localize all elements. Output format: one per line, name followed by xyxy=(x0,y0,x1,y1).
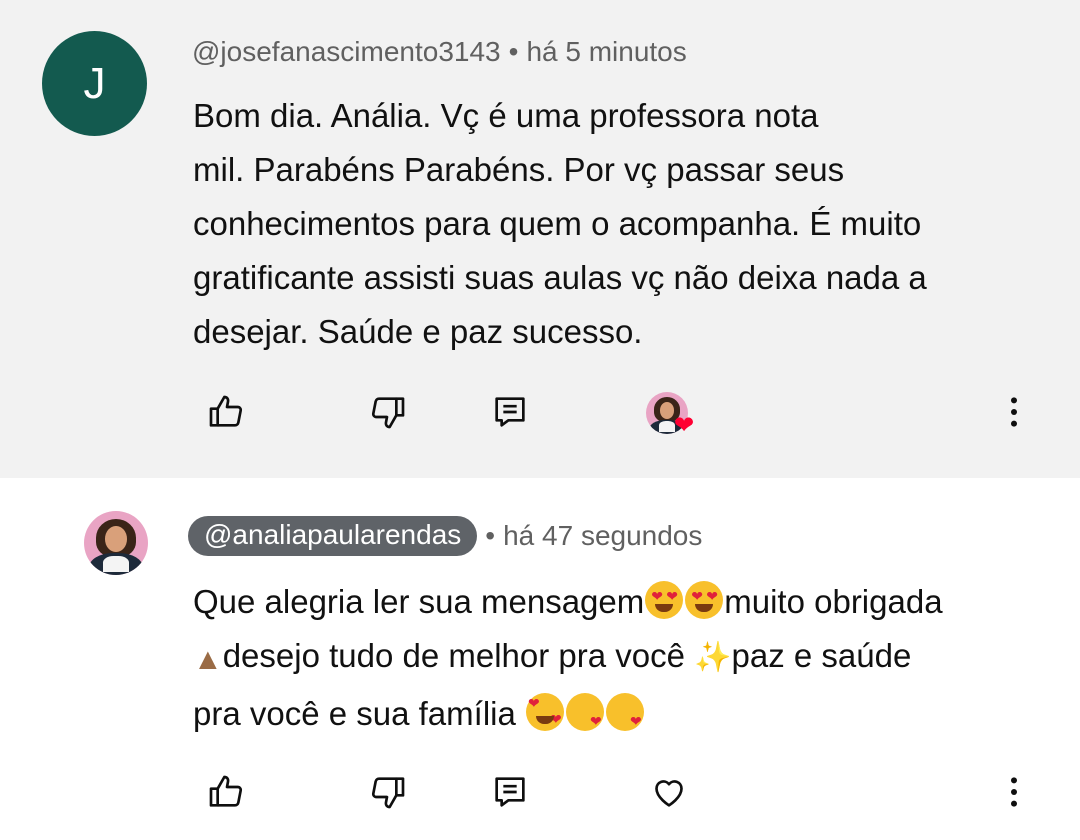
comment-line: pra você e sua família ❤ ❤ ❤ ❤ xyxy=(193,687,1053,741)
reply-button[interactable] xyxy=(482,384,538,440)
comment-line: ▲desejo tudo de melhor pra você ✨paz e s… xyxy=(193,629,1053,687)
folded-hands-emoji-icon: ▲ xyxy=(193,643,223,676)
avatar[interactable]: J xyxy=(42,31,147,136)
blowing-kiss-emoji-icon: ❤ xyxy=(606,693,644,731)
comment-line: Que alegria ler sua mensagem ❤ ❤ ❤ ❤ muito ob… xyxy=(193,575,1053,629)
thumbs-down-icon xyxy=(371,777,405,809)
smiling-hearts-emoji-icon: ❤ ❤ xyxy=(526,693,564,731)
comment-line: Bom dia. Anália. Vç é uma professora not… xyxy=(193,97,819,134)
text-segment: pra você e sua família xyxy=(193,695,525,732)
like-button[interactable] xyxy=(198,384,254,440)
text-segment: desejo tudo de melhor pra você xyxy=(222,637,695,674)
reply-icon xyxy=(495,777,525,807)
more-vert-icon xyxy=(1011,397,1017,427)
comment-header: @josefanascimento3143 • há 5 minutos xyxy=(192,36,687,68)
dislike-button[interactable] xyxy=(360,764,416,820)
sparkles-emoji-icon: ✨ xyxy=(694,641,732,674)
comment-actions xyxy=(0,764,1080,824)
blowing-kiss-emoji-icon: ❤ xyxy=(566,693,604,731)
heart-button[interactable] xyxy=(641,764,697,820)
heart-icon: ❤ xyxy=(674,412,695,439)
dislike-button[interactable] xyxy=(360,384,416,440)
comment-text: Que alegria ler sua mensagem ❤ ❤ ❤ ❤ muito ob… xyxy=(193,575,1053,741)
avatar[interactable] xyxy=(84,511,148,575)
comment-line: desejar. Saúde e paz sucesso. xyxy=(193,313,643,350)
text-segment: paz e saúde xyxy=(731,637,912,674)
thumbs-down-icon xyxy=(371,397,405,429)
heart-outline-icon xyxy=(655,780,683,807)
heart-eyes-emoji-icon: ❤ ❤ xyxy=(685,581,724,619)
more-options-button[interactable] xyxy=(986,384,1042,440)
separator: • xyxy=(508,36,519,67)
like-button[interactable] xyxy=(198,764,254,820)
comment-line: gratificante assisti suas aulas vç não d… xyxy=(193,259,927,296)
author-handle[interactable]: @analiapaularendas xyxy=(188,516,478,556)
comment-line: conhecimentos para quem o acompanha. É m… xyxy=(193,205,922,242)
heart-eyes-emoji-icon: ❤ ❤ xyxy=(645,581,684,619)
text-segment: muito obrigada xyxy=(724,583,943,620)
more-options-button[interactable] xyxy=(986,764,1042,820)
comment-header: @analiapaularendas • há 47 segundos xyxy=(188,516,702,556)
reply-comment: @analiapaularendas • há 47 segundos Que al… xyxy=(0,478,1080,840)
timestamp: há 5 minutos xyxy=(526,36,687,67)
comment-actions: ❤ xyxy=(0,384,1080,444)
more-vert-icon xyxy=(1011,777,1017,807)
text-segment: Que alegria ler sua mensagem xyxy=(193,583,645,620)
timestamp: há 47 segundos xyxy=(503,520,703,551)
comment-line: mil. Parabéns Parabéns. Por vç passar se… xyxy=(193,151,845,188)
creator-heart: ❤ xyxy=(644,392,702,442)
highlighted-comment: J @josefanascimento3143 • há 5 minutos Bom… xyxy=(0,0,1080,478)
reply-icon xyxy=(495,397,525,427)
reply-button[interactable] xyxy=(482,764,538,820)
separator: • xyxy=(485,520,496,551)
author-handle[interactable]: @josefanascimento3143 xyxy=(192,36,501,67)
comment-text: Bom dia. Anália. Vç é uma professora not… xyxy=(193,89,1043,359)
thumbs-up-icon xyxy=(209,775,243,807)
thumbs-up-icon xyxy=(209,395,243,427)
